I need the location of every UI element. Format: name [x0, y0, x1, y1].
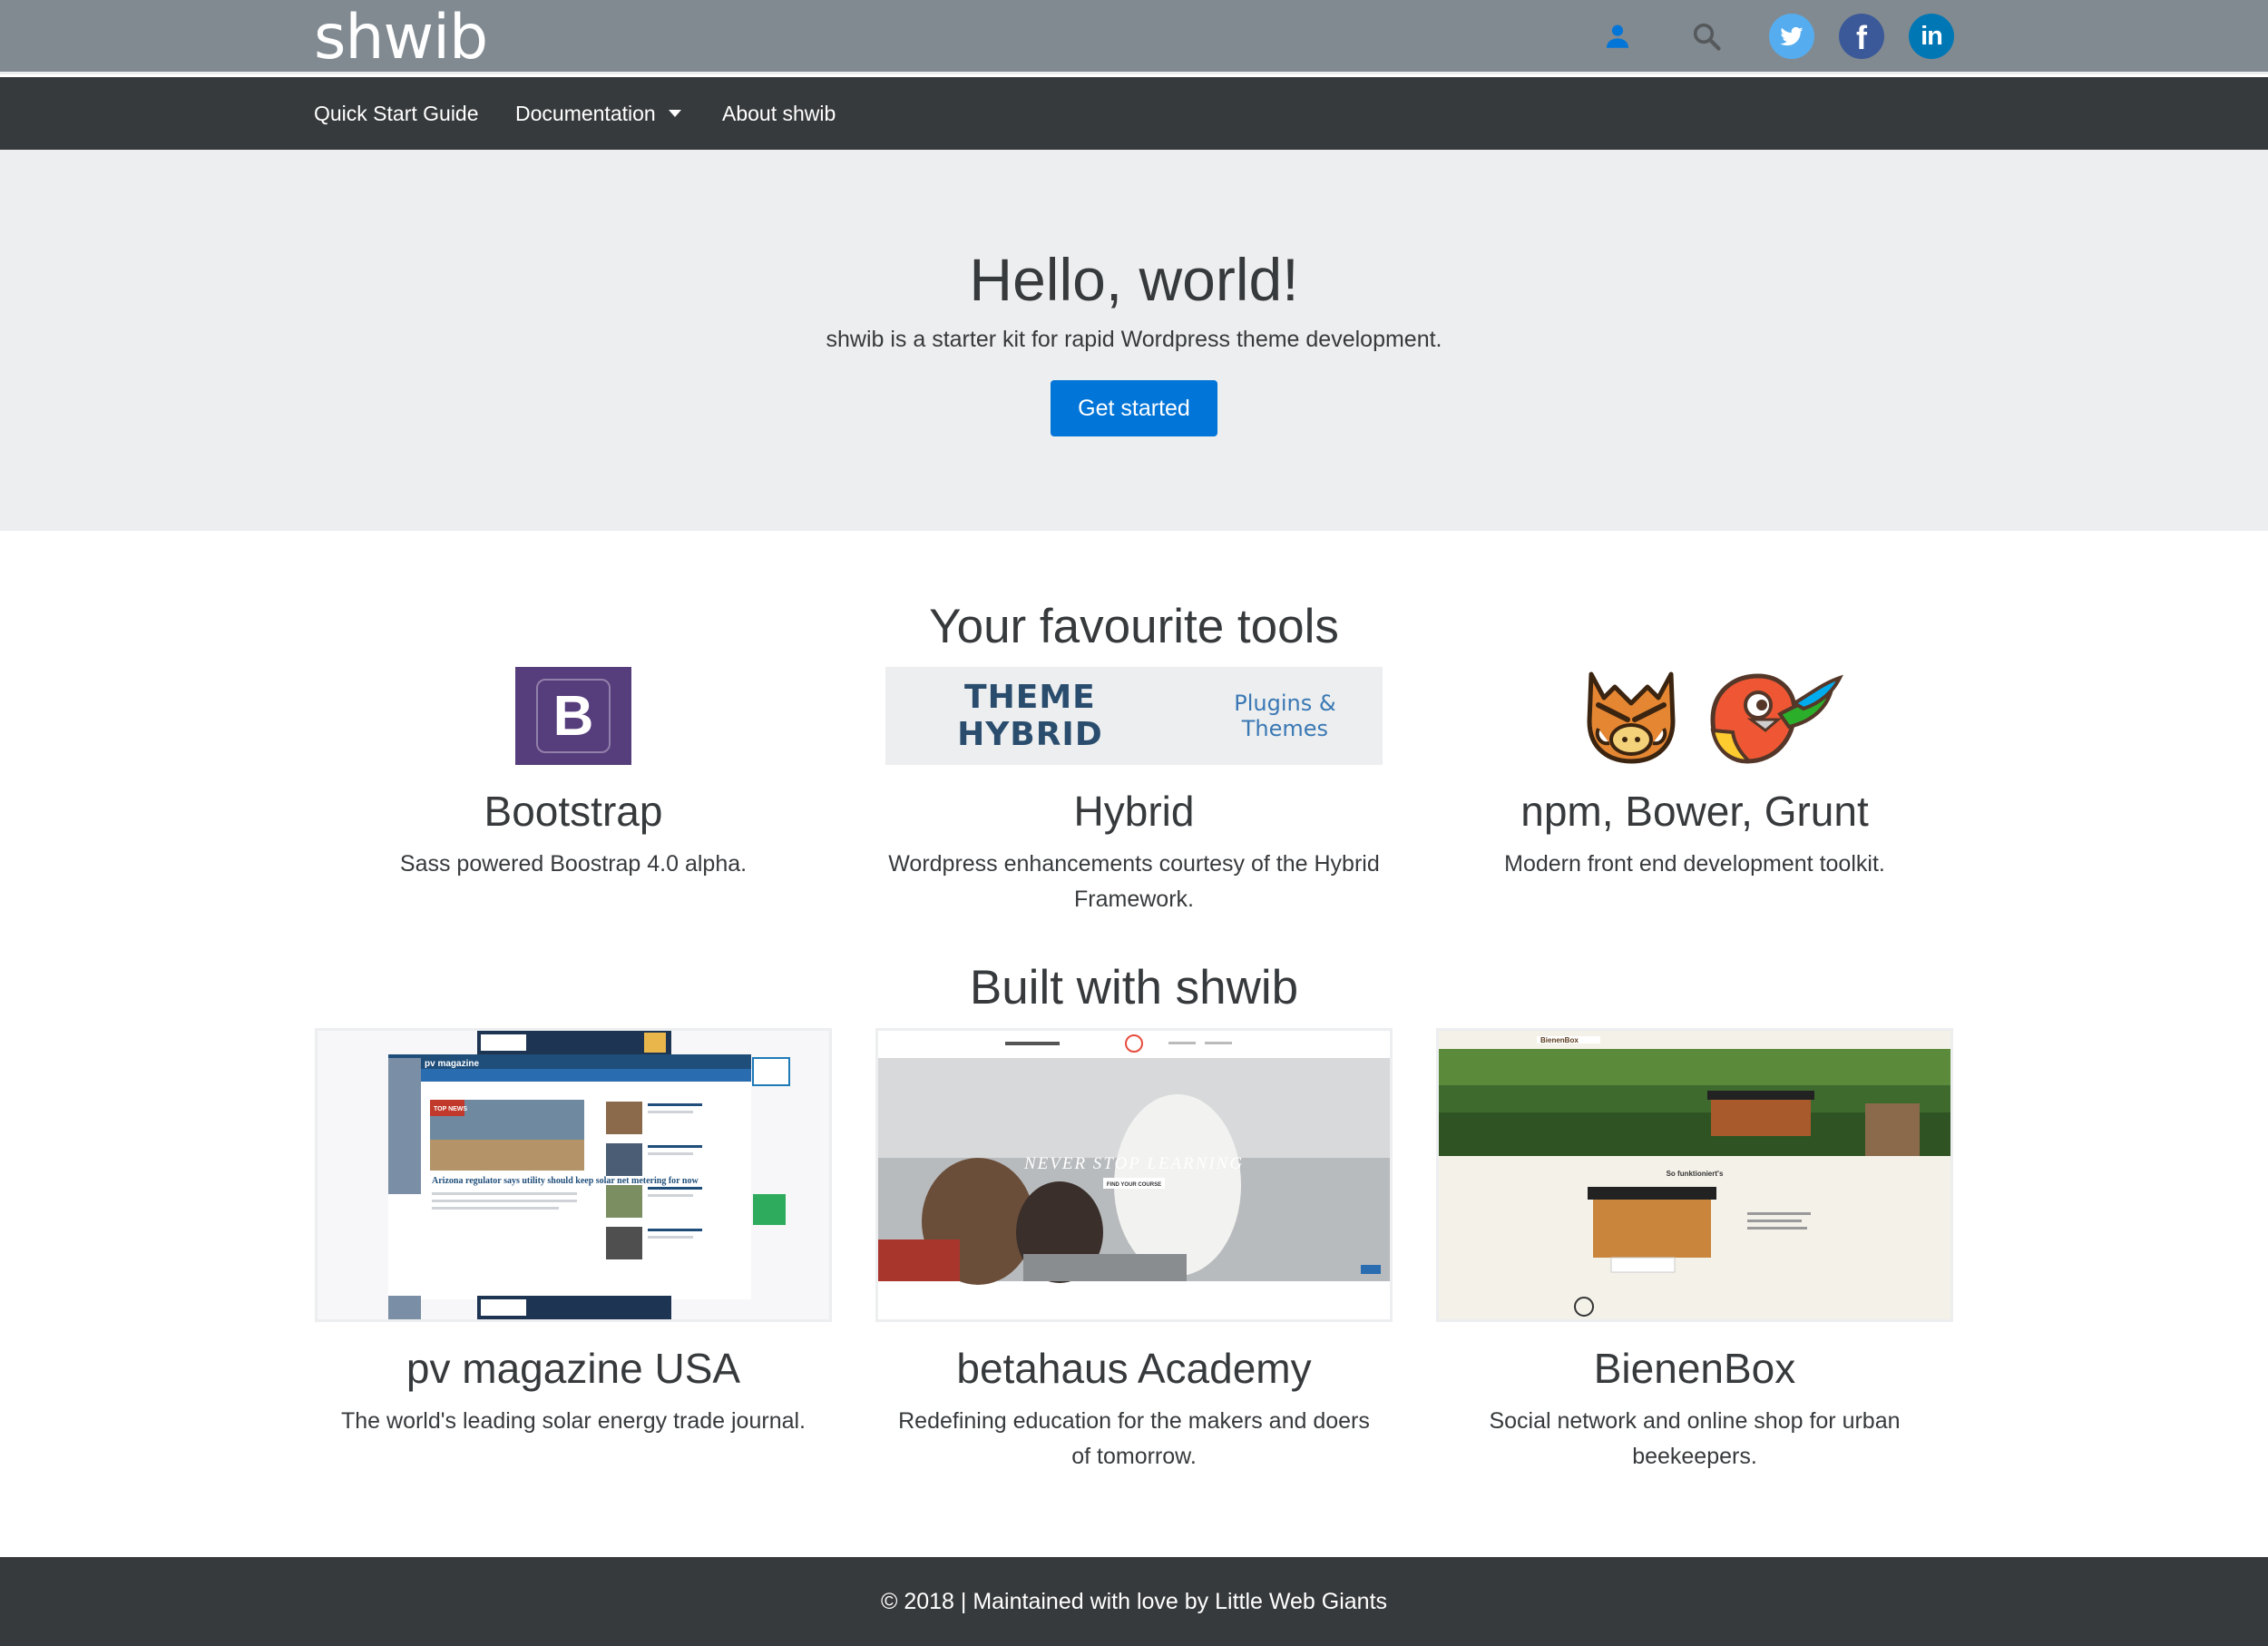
footer-text: © 2018 | Maintained with love by Little … — [880, 1589, 1388, 1614]
hero-subtitle: shwib is a starter kit for rapid Wordpre… — [826, 327, 1442, 352]
top-header: shwib f in — [0, 0, 2268, 74]
pv-magazine-screenshot[interactable]: pv magazine TOP NEWS Arizona regulator s… — [315, 1028, 832, 1322]
tool-name: Hybrid — [1073, 788, 1195, 835]
bootstrap-logo: B — [515, 667, 631, 765]
nav-documentation-label: Documentation — [515, 102, 656, 125]
theme-hybrid-logo: THEME HYBRID Plugins & Themes — [885, 667, 1383, 765]
nav-documentation-dropdown[interactable]: Documentation — [515, 77, 681, 150]
bower-icon — [1710, 673, 1843, 764]
showcase-description: Redefining education for the makers and … — [898, 1408, 1370, 1469]
showcase-description: Social network and online shop for urban… — [1489, 1408, 1901, 1469]
pv-magazine-shot-brand: pv magazine — [425, 1059, 479, 1069]
tool-description: Modern front end development toolkit. — [1504, 851, 1885, 877]
bootstrap-logo-letter: B — [536, 679, 611, 753]
grunt-icon — [1587, 671, 1676, 764]
tool-description: Wordpress enhancements courtesy of the H… — [888, 851, 1380, 912]
betahaus-academy-screenshot[interactable]: NEVER STOP LEARNING FIND YOUR COURSE — [875, 1028, 1393, 1322]
tool-name: npm, Bower, Grunt — [1520, 788, 1869, 835]
tools-section-title: Your favourite tools — [929, 600, 1339, 653]
user-icon[interactable] — [1595, 14, 1640, 59]
facebook-glyph: f — [1856, 19, 1867, 56]
hero-jumbotron: Hello, world! shwib is a starter kit for… — [0, 150, 2268, 531]
site-brand-logo[interactable]: shwib — [314, 2, 488, 74]
bienenbox-shot-heading: So funktioniert's — [1667, 1170, 1724, 1178]
showcase-name: BienenBox — [1593, 1345, 1796, 1392]
nav-about-shwib[interactable]: About shwib — [722, 77, 836, 150]
betahaus-shot-tagline: NEVER STOP LEARNING — [1023, 1154, 1244, 1173]
search-icon[interactable] — [1684, 14, 1729, 59]
showcase-name: betahaus Academy — [956, 1345, 1312, 1392]
pv-magazine-shot-tag: TOP NEWS — [434, 1106, 467, 1112]
betahaus-preview: NEVER STOP LEARNING FIND YOUR COURSE — [878, 1031, 1390, 1319]
nav-quick-start-guide[interactable]: Quick Start Guide — [314, 77, 479, 150]
site-footer: © 2018 | Maintained with love by Little … — [0, 1557, 2268, 1646]
facebook-icon[interactable]: f — [1839, 14, 1884, 59]
tool-description: Sass powered Boostrap 4.0 alpha. — [399, 851, 748, 877]
get-started-button[interactable]: Get started — [1051, 380, 1217, 436]
main-navigation: Quick Start Guide Documentation About sh… — [0, 77, 2268, 150]
grunt-bower-logos — [1587, 671, 1843, 764]
bienenbox-shot-brand: BienenBox — [1540, 1036, 1579, 1044]
hero-title: Hello, world! — [969, 246, 1299, 313]
bienenbox-preview: BienenBox So funktioniert's — [1439, 1031, 1950, 1319]
pv-magazine-shot-headline: Arizona regulator says utility should ke… — [432, 1176, 699, 1186]
showcase-description: The world's leading solar energy trade j… — [341, 1408, 806, 1434]
showcase-name: pv magazine USA — [406, 1345, 741, 1392]
betahaus-shot-button: FIND YOUR COURSE — [1107, 1182, 1161, 1188]
tool-name: Bootstrap — [484, 788, 663, 835]
built-section-title: Built with shwib — [969, 961, 1299, 1014]
pv-magazine-preview: pv magazine TOP NEWS Arizona regulator s… — [318, 1031, 829, 1319]
caret-down-icon — [668, 109, 681, 117]
twitter-icon[interactable] — [1769, 14, 1814, 59]
theme-hybrid-logo-title: THEME HYBRID — [957, 679, 1103, 753]
bienenbox-screenshot[interactable]: BienenBox So funktioniert's — [1436, 1028, 1953, 1322]
linkedin-icon[interactable]: in — [1909, 14, 1954, 59]
linkedin-glyph: in — [1921, 21, 1943, 51]
theme-hybrid-logo-subtitle: Plugins & Themes — [1234, 691, 1336, 741]
